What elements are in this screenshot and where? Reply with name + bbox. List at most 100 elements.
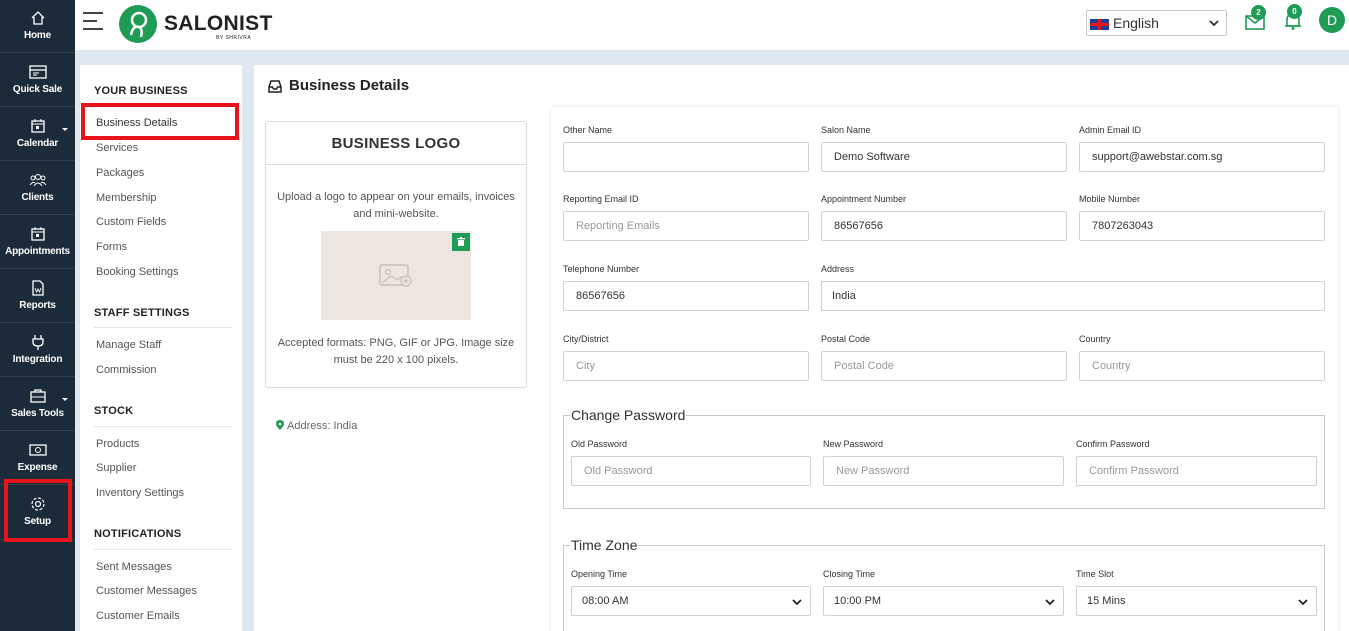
rail-item-integration[interactable]: Integration <box>0 324 75 377</box>
menu-item-supplier[interactable]: Supplier <box>96 462 136 474</box>
chevron-down-icon <box>792 599 802 606</box>
delete-logo-button[interactable] <box>452 233 470 251</box>
menu-item-customer-emails[interactable]: Customer Emails <box>96 610 180 622</box>
divider <box>94 327 232 328</box>
address-summary: Address: India <box>276 420 357 432</box>
new-password-label: New Password <box>823 439 884 449</box>
rail-item-home[interactable]: Home <box>0 0 75 53</box>
address-input[interactable]: India <box>821 281 1325 311</box>
menu-item-booking-settings[interactable]: Booking Settings <box>96 266 179 278</box>
trash-icon <box>457 237 465 246</box>
menu-item-commission[interactable]: Commission <box>96 364 157 376</box>
time-zone-title: Time Zone <box>570 537 639 553</box>
briefcase-icon <box>29 389 46 403</box>
rail-item-sales-tools[interactable]: Sales Tools <box>0 378 75 431</box>
postal-code-input[interactable]: Postal Code <box>821 351 1067 381</box>
old-password-label: Old Password <box>571 439 628 449</box>
city-input[interactable]: City <box>563 351 809 381</box>
menu-item-services[interactable]: Services <box>96 142 138 154</box>
chevron-down-icon <box>1209 20 1219 27</box>
menu-item-membership[interactable]: Membership <box>96 192 157 204</box>
mobile-number-label: Mobile Number <box>1079 194 1141 204</box>
closing-time-select[interactable]: 10:00 PM <box>823 586 1064 616</box>
telephone-number-label: Telephone Number <box>563 264 640 274</box>
user-avatar[interactable]: D <box>1319 7 1345 33</box>
business-logo-card: BUSINESS LOGO Upload a logo to appear on… <box>265 121 527 388</box>
city-label: City/District <box>563 334 609 344</box>
time-slot-select[interactable]: 15 Mins <box>1076 586 1317 616</box>
confirm-password-input[interactable]: Confirm Password <box>1076 456 1317 486</box>
rail-item-quick-sale[interactable]: Quick Sale <box>0 54 75 107</box>
caret-down-icon <box>62 398 68 401</box>
confirm-password-label: Confirm Password <box>1076 439 1150 449</box>
notification-count-badge: 0 <box>1287 4 1302 19</box>
telephone-number-input[interactable]: 86567656 <box>563 281 809 311</box>
change-password-section: Change Password Old Password Old Passwor… <box>563 407 1325 509</box>
country-input[interactable]: Country <box>1079 351 1325 381</box>
section-title-your-business: YOUR BUSINESS <box>94 85 188 97</box>
rail-item-reports[interactable]: Reports <box>0 270 75 323</box>
time-slot-value: 15 Mins <box>1087 595 1126 607</box>
menu-item-customer-messages[interactable]: Customer Messages <box>96 585 197 597</box>
main-panel: Business Details BUSINESS LOGO Upload a … <box>254 65 1349 631</box>
new-password-input[interactable]: New Password <box>823 456 1064 486</box>
opening-time-label: Opening Time <box>571 569 628 579</box>
salon-name-input[interactable]: Demo Software <box>821 142 1067 172</box>
menu-item-manage-staff[interactable]: Manage Staff <box>96 339 161 351</box>
business-details-form: Other Name Salon Name Demo Software Admi… <box>551 107 1338 631</box>
plug-icon <box>31 335 44 350</box>
chevron-down-icon <box>1045 599 1055 606</box>
country-label: Country <box>1079 334 1111 344</box>
closing-time-label: Closing Time <box>823 569 876 579</box>
address-label: Address <box>821 264 855 274</box>
menu-item-products[interactable]: Products <box>96 438 139 450</box>
logo-upload-area[interactable] <box>321 231 471 320</box>
reporting-email-input[interactable]: Reporting Emails <box>563 211 809 241</box>
rail-item-expense[interactable]: Expense <box>0 432 75 485</box>
other-name-label: Other Name <box>563 125 613 135</box>
change-password-title: Change Password <box>570 407 687 423</box>
register-icon <box>28 65 47 79</box>
opening-time-select[interactable]: 08:00 AM <box>571 586 811 616</box>
menu-item-sent-messages[interactable]: Sent Messages <box>96 561 172 573</box>
report-icon <box>31 280 44 296</box>
logo-format-note: Accepted formats: PNG, GIF or JPG. Image… <box>277 337 515 366</box>
reporting-email-label: Reporting Email ID <box>563 194 639 204</box>
address-summary-text: Address: India <box>287 420 358 432</box>
left-nav-rail: Home Quick Sale Calendar Clients Appoint… <box>0 0 75 631</box>
appointment-number-input[interactable]: 86567656 <box>821 211 1067 241</box>
rail-item-clients[interactable]: Clients <box>0 162 75 215</box>
menu-item-forms[interactable]: Forms <box>96 241 127 253</box>
other-name-input[interactable] <box>563 142 809 172</box>
users-icon <box>29 174 46 187</box>
language-select[interactable]: English <box>1086 10 1227 36</box>
closing-time-value: 10:00 PM <box>834 595 882 607</box>
brand-logo-icon <box>119 5 157 43</box>
inbox-icon <box>268 80 282 93</box>
logo-card-title: BUSINESS LOGO <box>266 122 526 165</box>
opening-time-value: 08:00 AM <box>582 595 629 607</box>
section-title-notifications: NOTIFICATIONS <box>94 528 182 540</box>
rail-item-appointments[interactable]: Appointments <box>0 216 75 269</box>
calendar-icon <box>30 119 45 133</box>
map-pin-icon <box>276 420 284 430</box>
admin-email-label: Admin Email ID <box>1079 125 1142 135</box>
calendar-icon <box>30 227 45 241</box>
caret-down-icon <box>62 128 68 131</box>
mobile-number-input[interactable]: 7807263043 <box>1079 211 1325 241</box>
divider <box>94 426 232 427</box>
rail-item-calendar[interactable]: Calendar <box>0 108 75 161</box>
divider <box>94 549 232 550</box>
menu-item-packages[interactable]: Packages <box>96 167 144 179</box>
home-icon <box>31 11 44 25</box>
menu-item-inventory-settings[interactable]: Inventory Settings <box>96 487 184 499</box>
admin-email-input[interactable]: support@awebstar.com.sg <box>1079 142 1325 172</box>
page-title: Business Details <box>289 77 410 94</box>
section-title-staff-settings: STAFF SETTINGS <box>94 307 190 319</box>
menu-item-custom-fields[interactable]: Custom Fields <box>96 216 166 228</box>
appointment-number-label: Appointment Number <box>821 194 907 204</box>
old-password-input[interactable]: Old Password <box>571 456 811 486</box>
image-placeholder-icon <box>379 264 412 287</box>
hamburger-menu-icon[interactable] <box>83 12 103 32</box>
brand-subtitle: BY SHRIVRA <box>216 35 252 41</box>
